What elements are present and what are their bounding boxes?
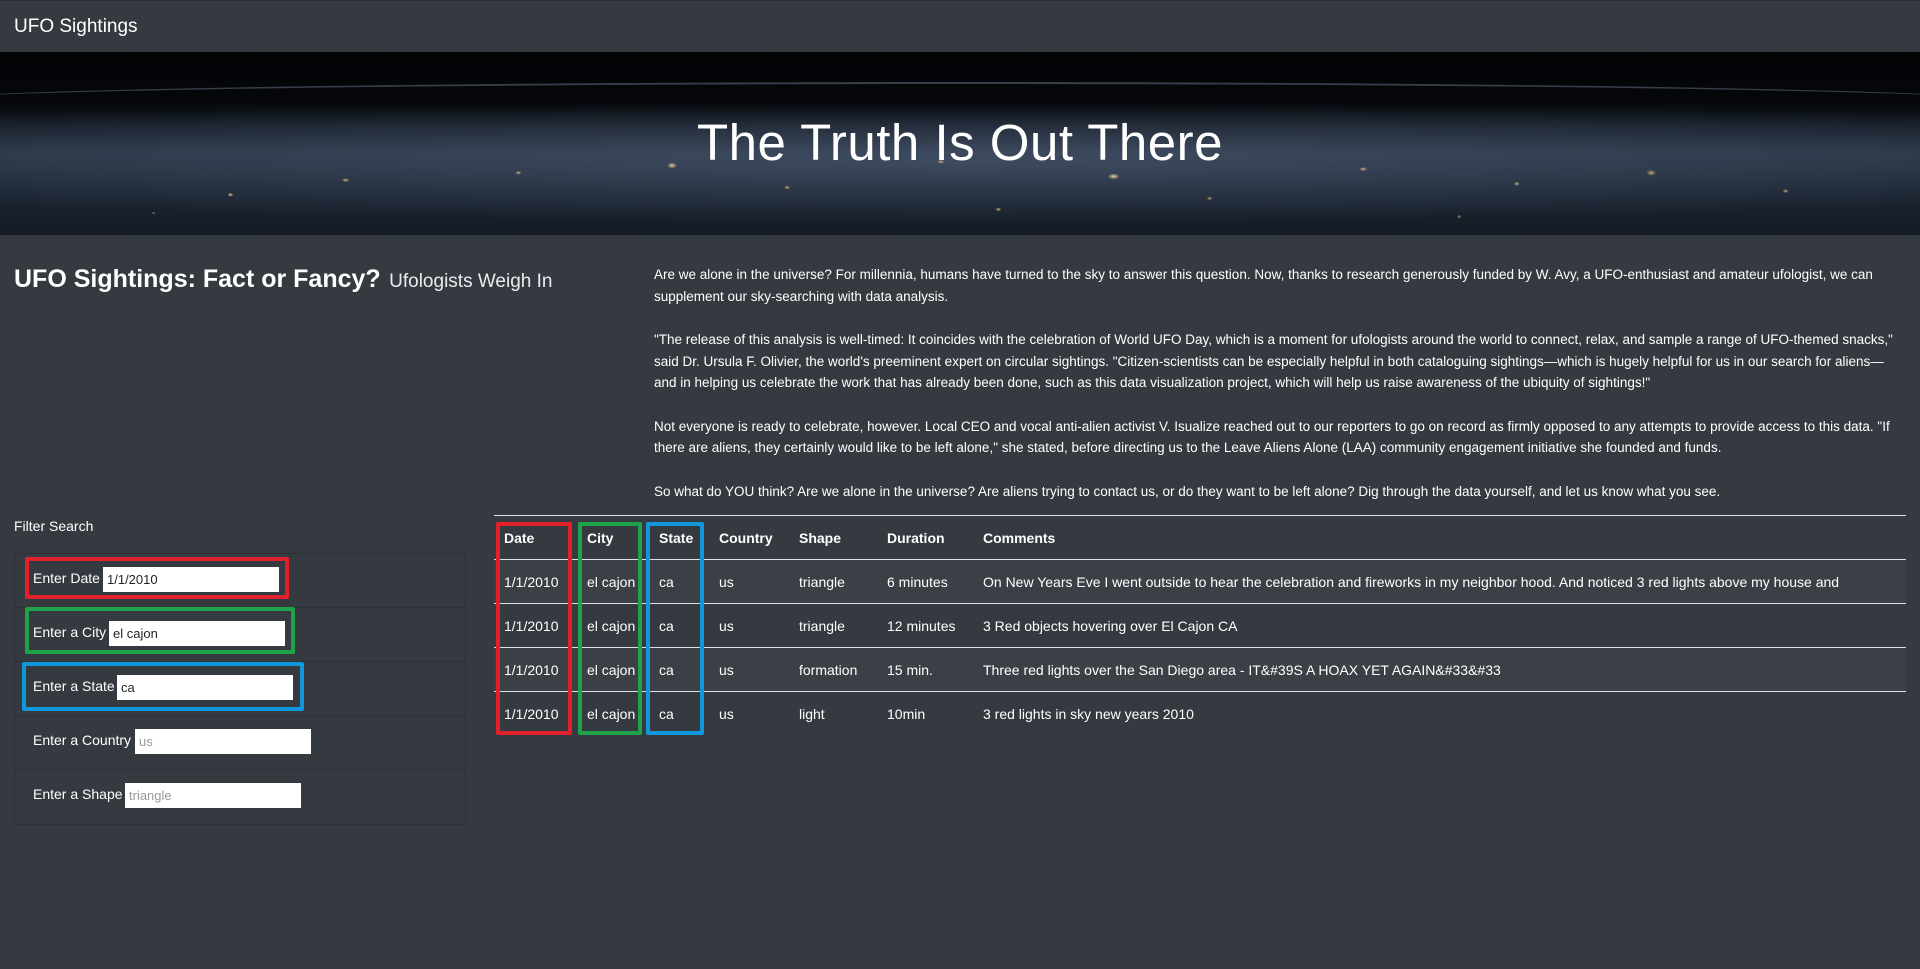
state-label: Enter a State: [33, 678, 115, 694]
header-state: State: [649, 515, 709, 560]
article-paragraph: Are we alone in the universe? For millen…: [654, 267, 1873, 304]
table-row: 1/1/2010 el cajon ca us triangle 12 minu…: [494, 603, 1906, 648]
cell-state: ca: [659, 705, 674, 722]
cell-date: 1/1/2010: [494, 603, 577, 648]
cell-comments: On New Years Eve I went outside to hear …: [973, 559, 1906, 604]
cell-state: ca: [649, 647, 709, 692]
cell-date: 1/1/2010: [494, 647, 577, 692]
cell-shape: formation: [789, 647, 877, 692]
table-header-row: Date City State Country Shape Duration C…: [494, 515, 1906, 560]
filter-item-city: Enter a City: [15, 608, 465, 662]
page-subtitle: Ufologists Weigh In: [389, 271, 553, 292]
cell-comments: 3 Red objects hovering over El Cajon CA: [973, 603, 1906, 648]
filter-list: Enter Date Enter a City Enter a State En…: [14, 553, 466, 825]
filter-item-shape: Enter a Shape: [15, 770, 465, 824]
cell-comments: Three red lights over the San Diego area…: [973, 647, 1906, 692]
city-label: Enter a City: [33, 624, 107, 640]
state-input[interactable]: [117, 675, 293, 700]
header-duration: Duration: [877, 515, 973, 560]
cell-country: us: [709, 603, 789, 648]
intro-article: Are we alone in the universe? For millen…: [654, 264, 1898, 524]
table-row: 1/1/2010 el cajon ca us light 10min 3 re…: [494, 692, 1906, 736]
country-label: Enter a Country: [33, 732, 132, 748]
ufo-table-container: Date City State Country Shape Duration C…: [494, 515, 1906, 736]
header-country: Country: [709, 515, 789, 560]
article-paragraph: "The release of this analysis is well-ti…: [654, 332, 1893, 390]
cell-shape: triangle: [789, 603, 877, 648]
city-input[interactable]: [109, 621, 285, 646]
shape-input[interactable]: [125, 783, 301, 808]
header-shape: Shape: [789, 515, 877, 560]
filter-item-date: Enter Date: [15, 554, 465, 608]
hero-title: The Truth Is Out There: [697, 114, 1223, 171]
hero-banner: The Truth Is Out There: [0, 52, 1920, 235]
country-input[interactable]: [135, 729, 311, 754]
filter-item-country: Enter a Country: [15, 716, 465, 770]
cell-shape: light: [799, 705, 825, 722]
cell-city: el cajon: [577, 603, 649, 648]
filter-item-state: Enter a State: [15, 662, 465, 716]
table-row: 1/1/2010 el cajon ca us triangle 6 minut…: [494, 559, 1906, 604]
table-row: 1/1/2010 el cajon ca us formation 15 min…: [494, 647, 1906, 692]
ufo-table: Date City State Country Shape Duration C…: [494, 515, 1906, 736]
cell-duration: 6 minutes: [877, 559, 973, 604]
filter-search-title: Filter Search: [14, 518, 94, 534]
cell-state: ca: [649, 603, 709, 648]
cell-city: el cajon: [587, 705, 636, 722]
article-paragraph: So what do YOU think? Are we alone in th…: [654, 483, 1721, 499]
shape-label: Enter a Shape: [33, 786, 123, 802]
cell-country: us: [719, 705, 734, 722]
header-comments: Comments: [973, 515, 1906, 560]
cell-date: 1/1/2010: [504, 705, 559, 722]
cell-shape: triangle: [789, 559, 877, 604]
page-title: UFO Sightings: Fact or Fancy?: [14, 265, 381, 293]
header-date: Date: [494, 515, 577, 560]
article-paragraph: Not everyone is ready to celebrate, howe…: [654, 418, 1890, 456]
cell-date: 1/1/2010: [494, 559, 577, 604]
cell-country: us: [709, 559, 789, 604]
date-label: Enter Date: [33, 570, 100, 586]
cell-state: ca: [649, 559, 709, 604]
cell-duration: 12 minutes: [877, 603, 973, 648]
cell-city: el cajon: [577, 559, 649, 604]
cell-duration: 15 min.: [877, 647, 973, 692]
date-input[interactable]: [103, 567, 279, 592]
navbar-brand[interactable]: UFO Sightings: [14, 16, 138, 38]
intro-heading: UFO Sightings: Fact or Fancy? Ufologists…: [14, 265, 552, 294]
header-city: City: [577, 515, 649, 560]
cell-city: el cajon: [577, 647, 649, 692]
cell-comments: 3 red lights in sky new years 2010: [983, 705, 1194, 722]
cell-duration: 10min: [887, 705, 926, 722]
cell-country: us: [709, 647, 789, 692]
navbar: UFO Sightings: [0, 0, 1920, 52]
